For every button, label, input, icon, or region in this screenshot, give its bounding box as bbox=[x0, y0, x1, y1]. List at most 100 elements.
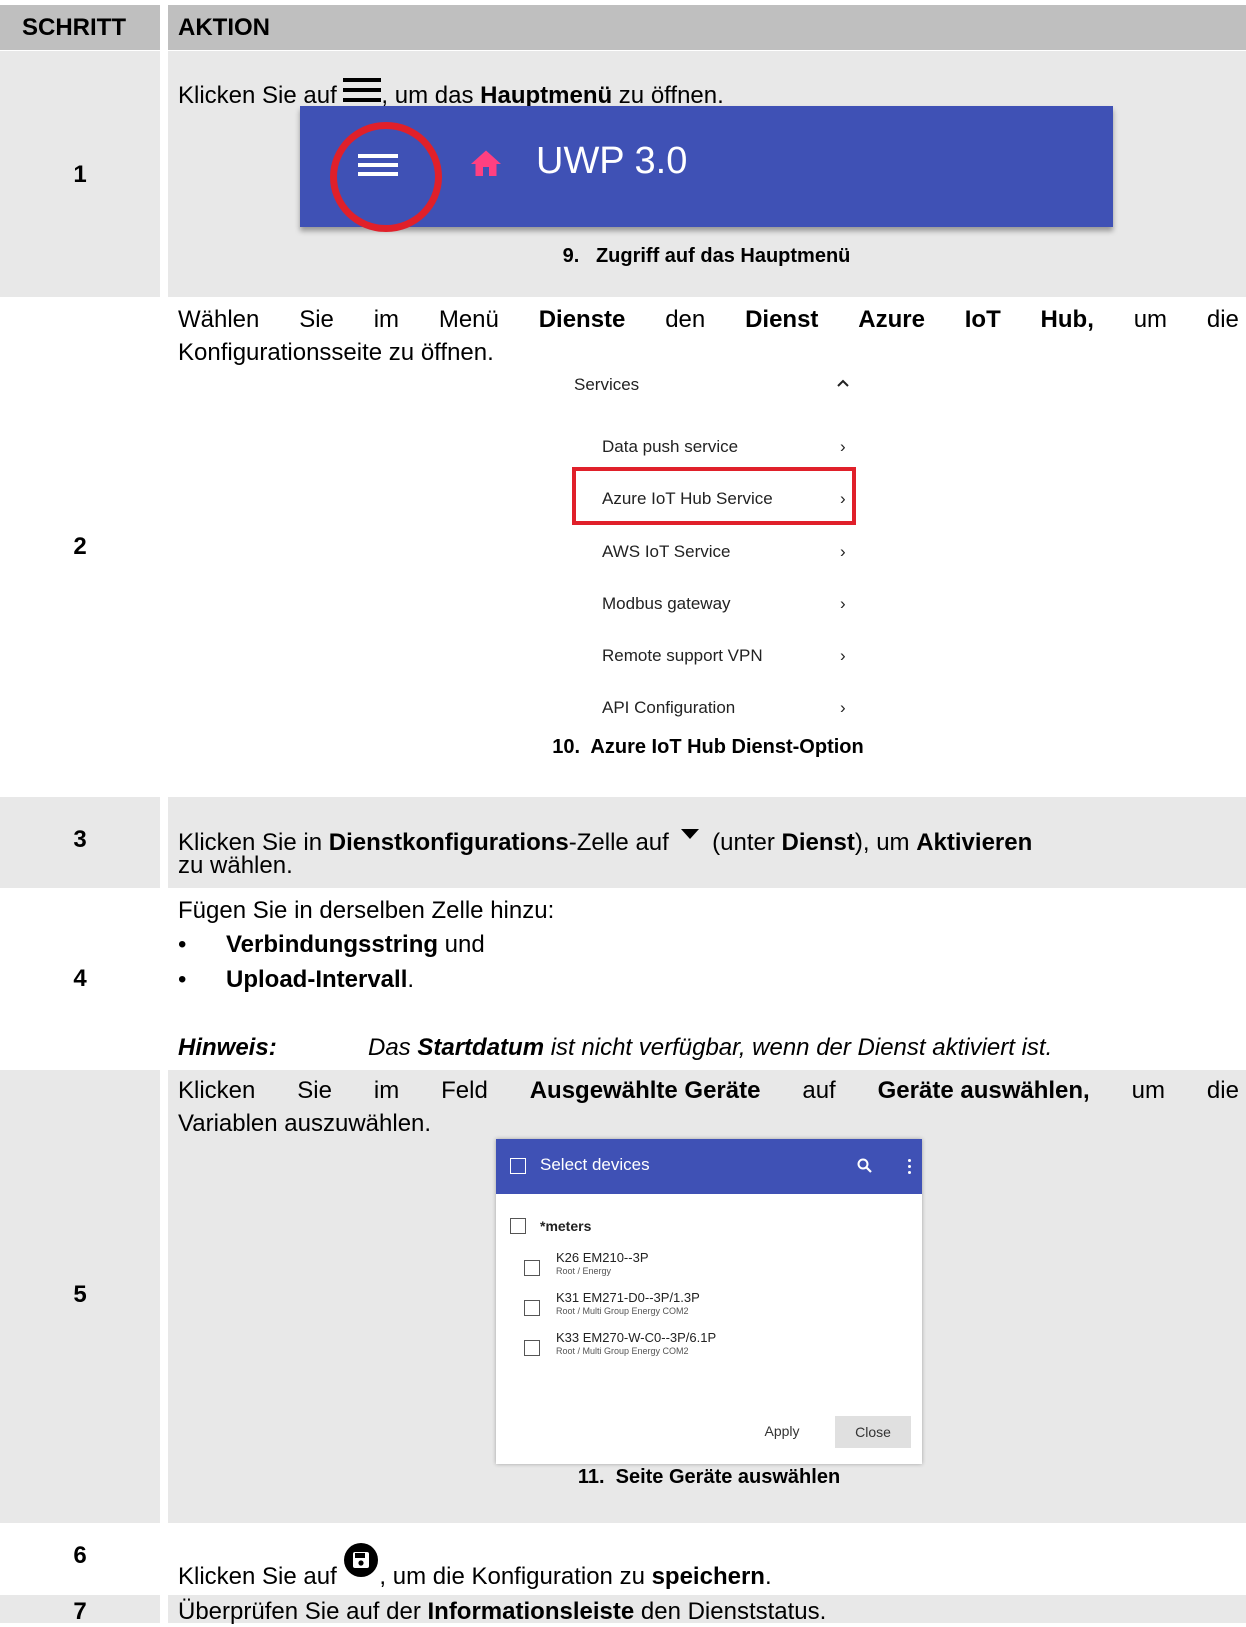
more-vert-icon[interactable] bbox=[906, 1157, 914, 1177]
menu-item-label: Remote support VPN bbox=[602, 646, 763, 665]
home-icon[interactable] bbox=[468, 146, 504, 182]
menu-item-modbus-gateway[interactable]: Modbus gateway › bbox=[602, 594, 892, 624]
menu-item-aws-iot[interactable]: AWS IoT Service › bbox=[602, 542, 892, 572]
row3-separator bbox=[160, 797, 168, 888]
step-number: 6 bbox=[73, 1542, 87, 1569]
device-checkbox[interactable] bbox=[524, 1300, 540, 1316]
chevron-right-icon: › bbox=[840, 594, 846, 613]
step-number: 7 bbox=[73, 1598, 87, 1625]
step4-bullet1-rest: und bbox=[438, 931, 485, 958]
word: Feld bbox=[441, 1077, 488, 1104]
note-a: Das bbox=[368, 1034, 418, 1061]
step6-text: Klicken Sie auf , um die Konfiguration z… bbox=[178, 1542, 772, 1592]
step-number: 3 bbox=[73, 826, 87, 853]
search-icon[interactable] bbox=[856, 1157, 874, 1175]
device-path: Root / Energy bbox=[556, 1266, 612, 1276]
word: Azure bbox=[858, 306, 925, 333]
menu-item-label: Data push service bbox=[602, 437, 739, 456]
device-path: Root / Multi Group Energy COM2 bbox=[556, 1306, 689, 1316]
step4-note: Hinweis: Das Startdatum ist nicht verfügb… bbox=[178, 1032, 1052, 1063]
step7-text: Überprüfen Sie auf der Informationsleist… bbox=[178, 1596, 826, 1627]
step3-d: (unter bbox=[705, 829, 782, 856]
word: auf bbox=[802, 1077, 836, 1104]
device-checkbox[interactable] bbox=[524, 1260, 540, 1276]
chevron-up-icon bbox=[836, 375, 850, 395]
step3-e: Dienst bbox=[781, 829, 855, 856]
step6-b: , um die Konfiguration zu bbox=[379, 1563, 652, 1590]
step4-bullet2-bold: Upload-Intervall bbox=[226, 966, 408, 993]
word: im bbox=[373, 1077, 400, 1104]
word: den bbox=[665, 306, 706, 333]
device-name: K31 EM271-D0--3P/1.3P bbox=[556, 1290, 700, 1305]
menu-item-api-configuration[interactable]: API Configuration › bbox=[602, 698, 892, 728]
step2-line2: Konfigurationsseite zu öffnen. bbox=[178, 339, 494, 366]
word: Sie bbox=[297, 1077, 332, 1104]
step-number: 2 bbox=[73, 533, 87, 560]
highlight-box bbox=[572, 467, 856, 525]
menu-icon bbox=[343, 78, 382, 104]
step4-intro: Fügen Sie in derselben Zelle hinzu: bbox=[178, 897, 555, 924]
word: die bbox=[1206, 306, 1239, 333]
services-menu-header[interactable]: Services bbox=[574, 375, 854, 403]
row1-separator bbox=[160, 51, 168, 297]
step3-line1: Klicken Sie in Dienstkonfigurations-Zell… bbox=[178, 817, 1032, 858]
step4-bullet1: • Verbindungsstring und bbox=[178, 929, 485, 960]
step3-g: Aktivieren bbox=[916, 829, 1033, 856]
note-b: ist nicht verfügbar, wenn der Dienst akt… bbox=[544, 1034, 1053, 1061]
device-checkbox[interactable] bbox=[524, 1340, 540, 1356]
menu-item-label: Modbus gateway bbox=[602, 594, 731, 613]
select-devices-dialog: Select devices *meters K26 EM210--3P Roo… bbox=[496, 1139, 922, 1464]
highlight-circle bbox=[330, 122, 442, 232]
step1-text-c: zu öffnen. bbox=[612, 82, 724, 109]
save-icon bbox=[343, 1542, 379, 1578]
select-all-checkbox[interactable] bbox=[510, 1158, 526, 1174]
menu-item-label: AWS IoT Service bbox=[602, 542, 731, 561]
word: Dienste bbox=[538, 306, 626, 333]
step2-line1: Wählen Sie im Menü Dienste den Dienst Az… bbox=[178, 304, 1239, 335]
step6-a: Klicken Sie auf bbox=[178, 1563, 344, 1590]
menu-item-label: API Configuration bbox=[602, 698, 736, 717]
step3-f: ), um bbox=[854, 829, 917, 856]
step1-text-bold: Hauptmenü bbox=[480, 82, 613, 109]
word: im bbox=[373, 306, 400, 333]
word: die bbox=[1206, 1077, 1239, 1104]
figure-caption: 9. Zugriff auf das Hauptmenü bbox=[562, 245, 851, 267]
menu-item-data-push[interactable]: Data push service › bbox=[602, 437, 892, 467]
dialog-title: Select devices bbox=[540, 1155, 650, 1174]
apply-button[interactable]: Apply bbox=[754, 1416, 810, 1446]
step4-bullet1-bold: Verbindungsstring bbox=[226, 931, 439, 958]
step7-a: Überprüfen Sie auf der bbox=[178, 1598, 428, 1625]
menu-item-remote-support-vpn[interactable]: Remote support VPN › bbox=[602, 646, 892, 676]
app-title: UWP 3.0 bbox=[536, 140, 688, 182]
word: Klicken bbox=[178, 1077, 256, 1104]
figure-caption: 10. Azure IoT Hub Dienst-Option bbox=[552, 736, 864, 758]
chevron-right-icon: › bbox=[840, 437, 846, 456]
word: IoT bbox=[964, 306, 1001, 333]
chevron-right-icon: › bbox=[840, 698, 846, 717]
step7-b: Informationsleiste bbox=[427, 1598, 635, 1625]
row5-separator bbox=[160, 1070, 168, 1523]
group-label: *meters bbox=[540, 1218, 592, 1234]
figure-caption: 11. Seite Geräte auswählen bbox=[577, 1466, 841, 1488]
chevron-right-icon: › bbox=[840, 542, 846, 561]
step-number: 5 bbox=[73, 1281, 87, 1308]
bullet-icon: • bbox=[178, 966, 187, 993]
word: Hub, bbox=[1040, 306, 1094, 333]
step7-c: den Dienststatus. bbox=[634, 1598, 827, 1625]
word: Menü bbox=[438, 306, 499, 333]
services-label: Services bbox=[574, 375, 640, 394]
step-number: 1 bbox=[73, 161, 87, 188]
note-bold: Startdatum bbox=[417, 1034, 545, 1061]
chevron-right-icon: › bbox=[840, 646, 846, 665]
word: Ausgewählte Geräte bbox=[529, 1077, 761, 1104]
word: Wählen bbox=[178, 306, 260, 333]
device-name: K33 EM270-W-C0--3P/6.1P bbox=[556, 1330, 717, 1345]
step4-bullet2-rest: . bbox=[407, 966, 415, 993]
row7-separator bbox=[160, 1595, 168, 1623]
group-checkbox[interactable] bbox=[510, 1218, 526, 1234]
close-button[interactable]: Close bbox=[835, 1416, 911, 1448]
step1-text-b: , um das bbox=[381, 82, 481, 109]
step5-line2: Variablen auszuwählen. bbox=[178, 1110, 432, 1137]
step4-bullet2: • Upload-Intervall. bbox=[178, 964, 414, 995]
word: Sie bbox=[299, 306, 334, 333]
